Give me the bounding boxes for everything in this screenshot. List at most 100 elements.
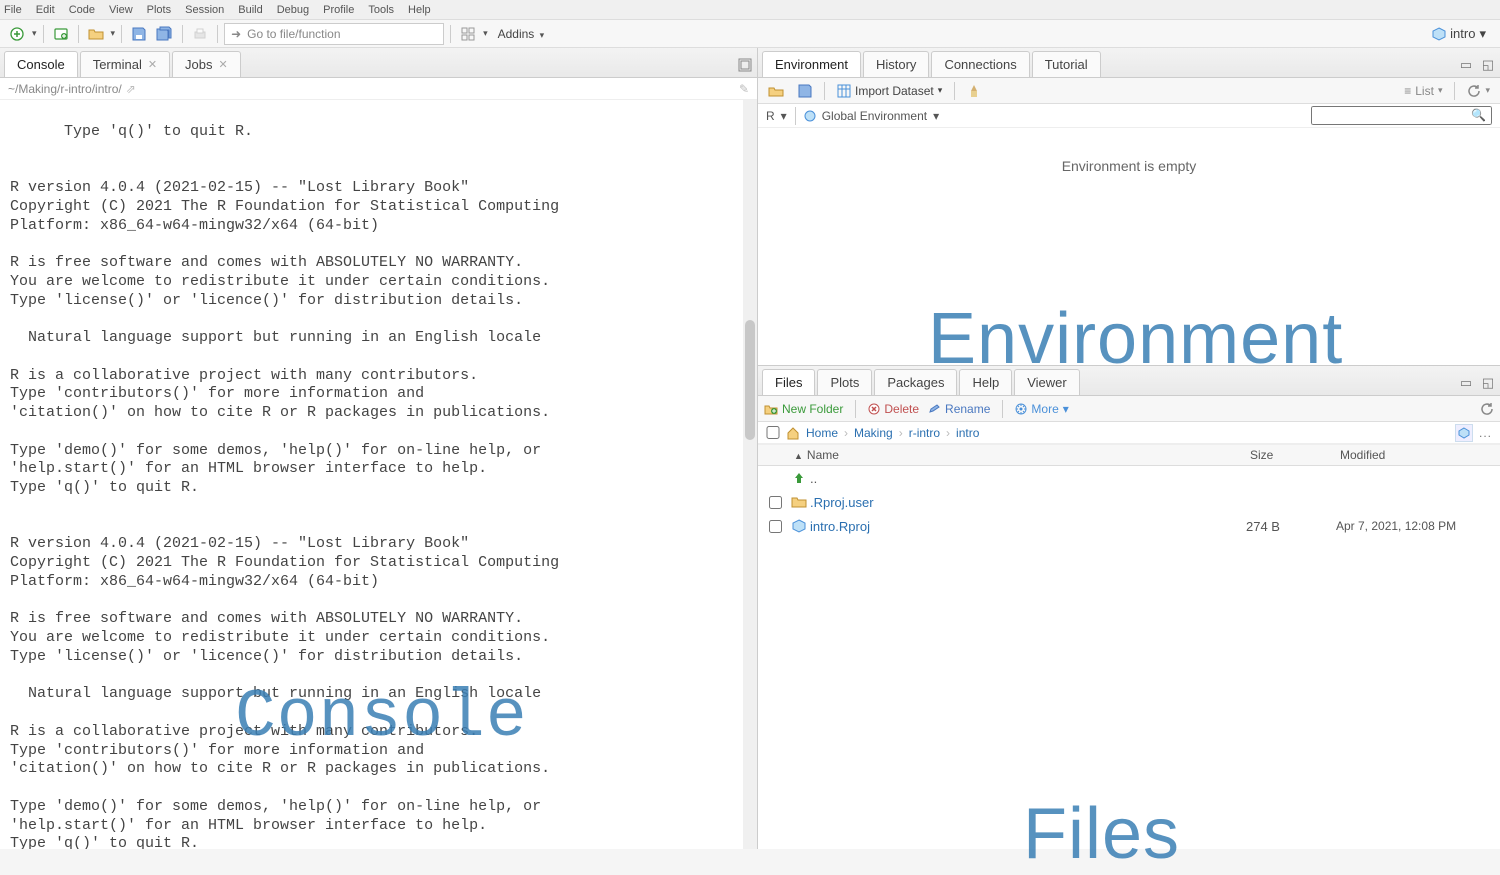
row-checkbox[interactable]: [769, 520, 782, 533]
caret-down-icon[interactable]: ▾: [781, 109, 787, 123]
tab-console[interactable]: Console: [4, 51, 78, 77]
scrollbar-thumb[interactable]: [745, 320, 755, 440]
tab-tutorial-label: Tutorial: [1045, 57, 1088, 72]
file-name[interactable]: intro.Rproj: [810, 519, 1246, 534]
go-to-project-dir-icon[interactable]: [1455, 424, 1473, 442]
close-icon[interactable]: ✕: [219, 58, 228, 71]
file-row-up[interactable]: ..: [758, 466, 1500, 490]
header-name-label: Name: [807, 448, 839, 462]
maximize-pane-icon[interactable]: ◱: [1480, 375, 1496, 391]
tab-connections[interactable]: Connections: [931, 51, 1029, 77]
env-tabstrip: Environment History Connections Tutorial…: [758, 48, 1500, 78]
menu-profile[interactable]: Profile: [323, 4, 354, 16]
menu-code[interactable]: Code: [69, 4, 95, 16]
console-output[interactable]: Type 'q()' to quit R. R version 4.0.4 (2…: [0, 100, 757, 849]
crumb-home[interactable]: Home: [806, 426, 838, 440]
close-icon[interactable]: ✕: [148, 58, 157, 71]
crumb-intro[interactable]: intro: [956, 426, 979, 440]
tab-plots[interactable]: Plots: [817, 369, 872, 395]
import-dataset-label: Import Dataset: [855, 84, 934, 98]
tab-jobs-label: Jobs: [185, 57, 212, 72]
tab-help[interactable]: Help: [959, 369, 1012, 395]
scrollbar[interactable]: [743, 100, 757, 849]
menu-debug[interactable]: Debug: [277, 4, 309, 16]
maximize-pane-icon[interactable]: ◱: [1480, 57, 1496, 73]
menu-tools[interactable]: Tools: [368, 4, 394, 16]
tab-environment[interactable]: Environment: [762, 51, 861, 77]
header-modified[interactable]: Modified: [1340, 448, 1500, 462]
minimize-pane-icon[interactable]: ▭: [1458, 375, 1474, 391]
new-project-icon[interactable]: [50, 23, 72, 45]
up-arrow-icon: [788, 471, 810, 485]
crumb-making[interactable]: Making: [854, 426, 893, 440]
tab-tutorial[interactable]: Tutorial: [1032, 51, 1101, 77]
tab-jobs[interactable]: Jobs ✕: [172, 51, 241, 77]
refresh-files-icon[interactable]: [1480, 402, 1494, 416]
env-empty-text: Environment is empty: [1062, 158, 1197, 174]
tab-packages[interactable]: Packages: [874, 369, 957, 395]
caret-down-icon: ▾: [540, 30, 545, 40]
tab-viewer[interactable]: Viewer: [1014, 369, 1080, 395]
file-name[interactable]: .Rproj.user: [810, 495, 1246, 510]
row-checkbox[interactable]: [769, 496, 782, 509]
rename-button[interactable]: Rename: [929, 402, 990, 416]
tab-files[interactable]: Files: [762, 369, 815, 395]
crumb-rintro[interactable]: r-intro: [909, 426, 940, 440]
new-file-icon[interactable]: [6, 23, 28, 45]
goto-arrow-icon: ➜: [231, 27, 241, 41]
menu-session[interactable]: Session: [185, 4, 224, 16]
goto-file-function-input[interactable]: ➜ Go to file/function: [224, 23, 444, 45]
print-icon[interactable]: [189, 23, 211, 45]
addins-dropdown[interactable]: Addins ▾: [492, 27, 551, 41]
tab-viewer-label: Viewer: [1027, 375, 1067, 390]
tab-terminal[interactable]: Terminal ✕: [80, 51, 170, 77]
path-arrow-icon[interactable]: ⇗: [126, 82, 136, 96]
open-file-icon[interactable]: [85, 23, 107, 45]
tab-plots-label: Plots: [830, 375, 859, 390]
menu-file[interactable]: File: [4, 4, 22, 16]
new-file-dropdown-caret[interactable]: ▾: [32, 28, 37, 39]
new-folder-button[interactable]: New Folder: [764, 402, 843, 416]
goto-placeholder: Go to file/function: [247, 27, 340, 41]
save-all-icon[interactable]: [154, 23, 176, 45]
more-dropdown[interactable]: More ▾: [1015, 402, 1068, 416]
search-icon: 🔍: [1471, 108, 1486, 122]
delete-button[interactable]: Delete: [868, 402, 919, 416]
header-name[interactable]: ▲Name: [788, 448, 1250, 462]
caret-down-icon[interactable]: ▾: [933, 109, 939, 123]
file-row[interactable]: .Rproj.user: [758, 490, 1500, 514]
tab-history-label: History: [876, 57, 916, 72]
tab-history[interactable]: History: [863, 51, 929, 77]
menu-build[interactable]: Build: [238, 4, 262, 16]
menu-plots[interactable]: Plots: [147, 4, 171, 16]
open-file-dropdown-caret[interactable]: ▾: [111, 28, 116, 39]
menu-help[interactable]: Help: [408, 4, 431, 16]
window-icon[interactable]: [737, 57, 753, 73]
menu-view[interactable]: View: [109, 4, 133, 16]
file-row[interactable]: intro.Rproj 274 B Apr 7, 2021, 12:08 PM: [758, 514, 1500, 538]
import-dataset-button[interactable]: Import Dataset ▾: [833, 82, 946, 100]
grid-icon[interactable]: [457, 23, 479, 45]
menu-edit[interactable]: Edit: [36, 4, 55, 16]
save-workspace-icon[interactable]: [794, 82, 816, 100]
separator: [78, 25, 79, 43]
view-mode-dropdown[interactable]: ≡ List ▾: [1400, 82, 1446, 100]
clear-workspace-icon[interactable]: [963, 82, 985, 100]
main-toolbar: ▾ ▾ ➜ Go to file/function ▾ Addins ▾ int…: [0, 20, 1500, 48]
load-workspace-icon[interactable]: [764, 81, 788, 101]
env-scope-label[interactable]: Global Environment: [822, 109, 927, 123]
more-path-icon[interactable]: ...: [1479, 426, 1492, 440]
refresh-env-icon[interactable]: ▾: [1463, 82, 1494, 100]
separator: [795, 107, 796, 125]
project-selector[interactable]: intro ▾: [1424, 26, 1494, 42]
minimize-pane-icon[interactable]: ▭: [1458, 57, 1474, 73]
home-icon[interactable]: [786, 426, 800, 440]
clear-console-icon[interactable]: ✎: [739, 82, 749, 96]
env-search-input[interactable]: [1311, 106, 1492, 125]
select-all-checkbox[interactable]: [766, 426, 780, 439]
tab-terminal-label: Terminal: [93, 57, 142, 72]
header-size[interactable]: Size: [1250, 448, 1340, 462]
grid-dropdown-caret[interactable]: ▾: [483, 28, 488, 39]
save-icon[interactable]: [128, 23, 150, 45]
env-language-label[interactable]: R: [766, 109, 775, 123]
